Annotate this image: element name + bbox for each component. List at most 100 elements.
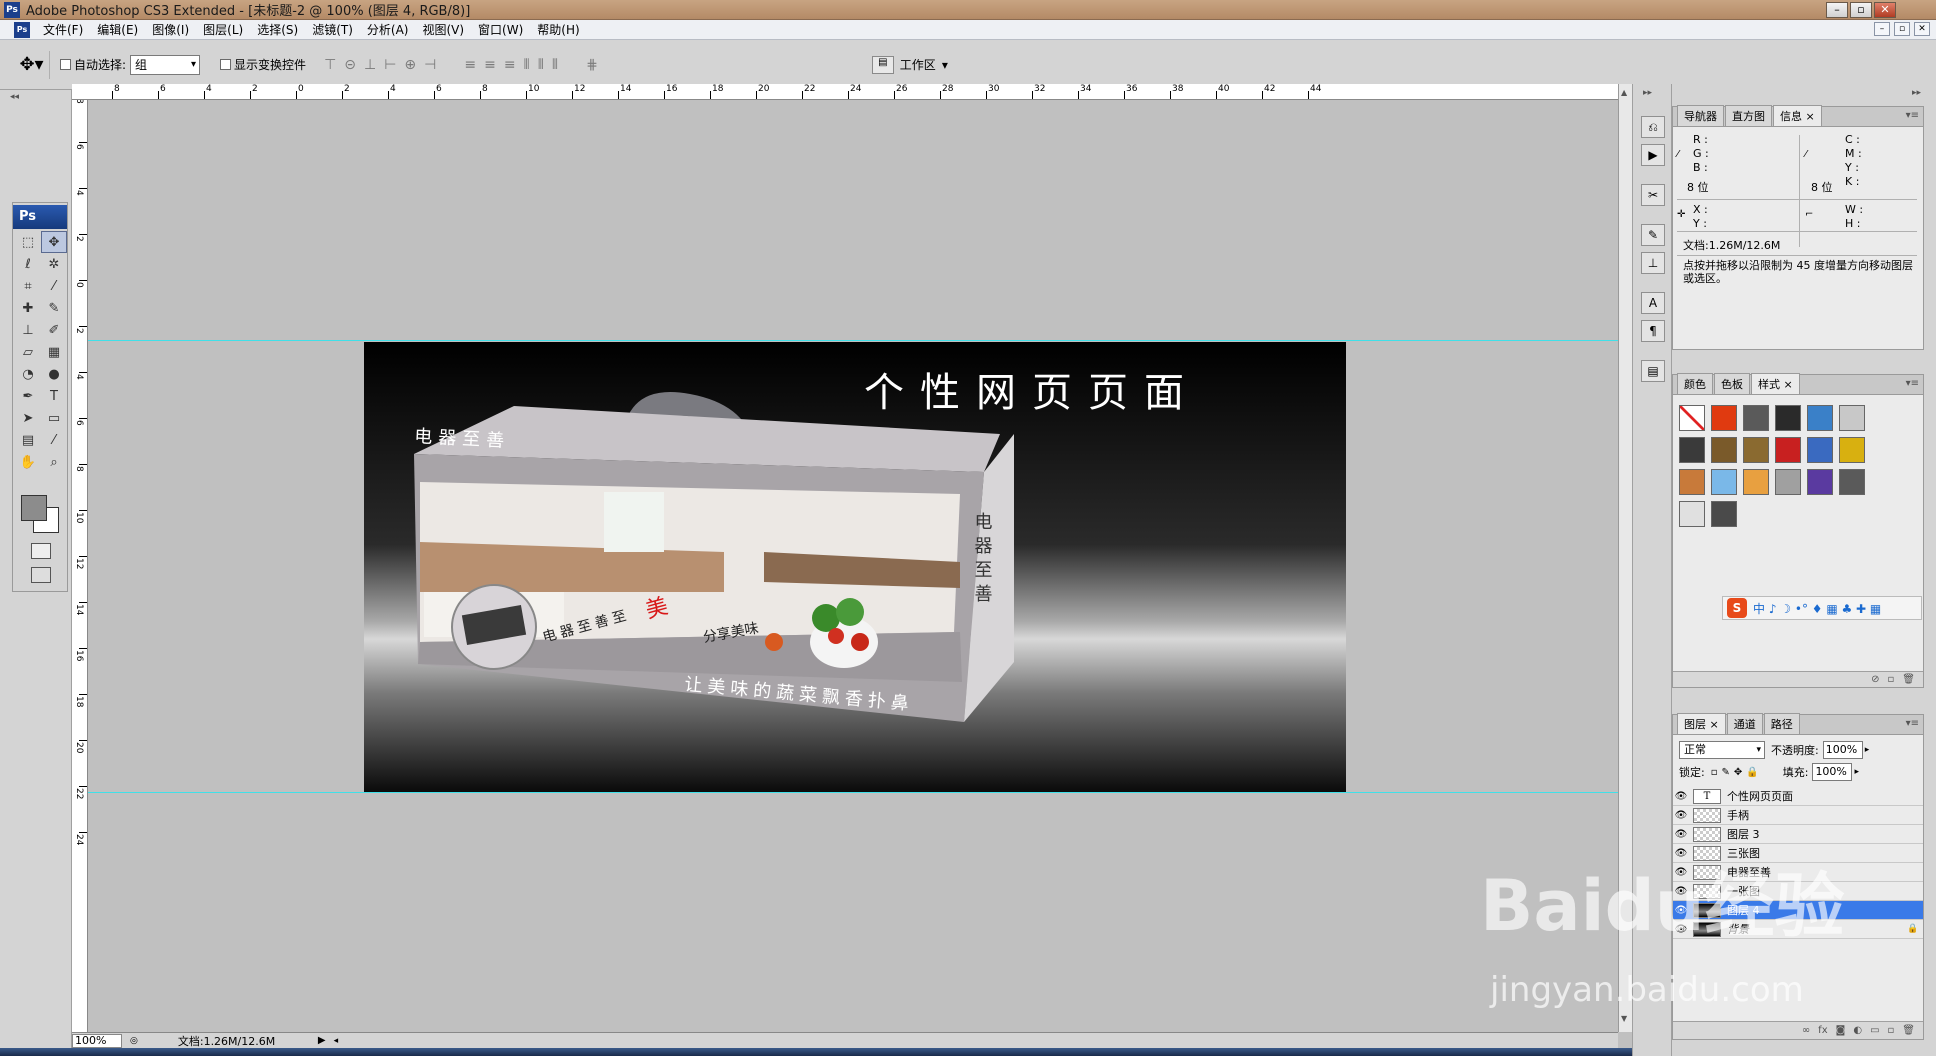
document-icon[interactable]: Ps bbox=[14, 21, 30, 38]
maximize-button[interactable]: ▫ bbox=[1850, 2, 1872, 18]
history-panel-icon[interactable]: ⎌ bbox=[1641, 116, 1665, 138]
auto-select-option[interactable]: 自动选择: bbox=[60, 56, 126, 73]
align-right-icon[interactable]: ⊣ bbox=[424, 57, 436, 73]
show-transform-option[interactable]: 显示变换控件 bbox=[220, 56, 306, 73]
layer-row[interactable]: 👁 手柄 bbox=[1673, 806, 1923, 825]
screen-mode-icon[interactable] bbox=[31, 567, 51, 583]
menu-item-3[interactable]: 图层(L) bbox=[196, 21, 250, 38]
scroll-up-icon[interactable]: ▲ bbox=[1621, 88, 1627, 97]
styles-tabs-tab-2[interactable]: 样式 × bbox=[1751, 373, 1800, 394]
layer-comps-icon[interactable]: ▤ bbox=[1641, 360, 1665, 382]
menu-item-5[interactable]: 滤镜(T) bbox=[305, 21, 360, 38]
opacity-arrow-icon[interactable]: ▸ bbox=[1865, 745, 1870, 755]
collapse-arrows-icon[interactable]: ◂◂ bbox=[10, 92, 19, 102]
pen-tool-icon[interactable]: ✒ bbox=[15, 385, 41, 407]
menu-item-4[interactable]: 选择(S) bbox=[250, 21, 305, 38]
ime-toolbar[interactable]: S 中 ♪ ☽ •° ♦ ▦ ♣ ✚ ▦ bbox=[1722, 596, 1922, 620]
visibility-eye-icon[interactable]: 👁 bbox=[1673, 829, 1689, 840]
panel-menu-icon[interactable]: ▾≡ bbox=[1906, 110, 1919, 121]
info-tabs-tab-2[interactable]: 信息 × bbox=[1773, 105, 1822, 126]
history-brush-tool-icon[interactable]: ✐ bbox=[41, 319, 67, 341]
distribute-left-icon[interactable]: ⦀ bbox=[524, 57, 530, 73]
close-button[interactable]: ✕ bbox=[1874, 2, 1896, 18]
zoom-tool-icon[interactable]: ⌕ bbox=[41, 451, 67, 473]
fill-field[interactable]: 100% bbox=[1812, 763, 1853, 781]
actions-panel-icon[interactable]: ▶ bbox=[1641, 144, 1665, 166]
info-tabs-tab-1[interactable]: 直方图 bbox=[1725, 105, 1772, 126]
layers-panel-menu-icon[interactable]: ▾≡ bbox=[1906, 718, 1919, 729]
paragraph-panel-icon[interactable]: ¶ bbox=[1641, 320, 1665, 342]
style-swatch[interactable] bbox=[1775, 405, 1801, 431]
style-swatch[interactable] bbox=[1775, 437, 1801, 463]
doc-restore-button[interactable]: ▫ bbox=[1894, 22, 1910, 36]
style-swatch[interactable] bbox=[1711, 501, 1737, 527]
style-swatch[interactable] bbox=[1679, 405, 1705, 431]
new-style-icon[interactable]: ▫ bbox=[1888, 674, 1895, 685]
crop-tool-icon[interactable]: ⌗ bbox=[15, 275, 41, 297]
style-swatch[interactable] bbox=[1679, 501, 1705, 527]
align-top-icon[interactable]: ⊤ bbox=[324, 57, 336, 73]
brush-tool-icon[interactable]: ✎ bbox=[41, 297, 67, 319]
type-tool-icon[interactable]: T bbox=[41, 385, 67, 407]
distribute-right-icon[interactable]: ⦀ bbox=[552, 57, 558, 73]
style-swatch[interactable] bbox=[1807, 469, 1833, 495]
info-tabs-tab-0[interactable]: 导航器 bbox=[1677, 105, 1724, 126]
menu-item-1[interactable]: 编辑(E) bbox=[90, 21, 145, 38]
layers-tabs-tab-2[interactable]: 路径 bbox=[1763, 713, 1800, 734]
workspace-icon[interactable]: ▤ bbox=[871, 55, 894, 74]
guide-line-bottom[interactable] bbox=[88, 792, 1618, 793]
align-bottom-icon[interactable]: ⊥ bbox=[364, 57, 376, 73]
opacity-field[interactable]: 100% bbox=[1822, 741, 1863, 759]
menu-item-9[interactable]: 帮助(H) bbox=[530, 21, 586, 38]
blend-mode-dropdown[interactable]: 正常 bbox=[1679, 741, 1765, 759]
layers-tabs-tab-0[interactable]: 图层 × bbox=[1677, 713, 1726, 734]
minimize-button[interactable]: – bbox=[1826, 2, 1848, 18]
style-swatch[interactable] bbox=[1679, 437, 1705, 463]
notes-tool-icon[interactable]: ▤ bbox=[15, 429, 41, 451]
eraser-tool-icon[interactable]: ▱ bbox=[15, 341, 41, 363]
style-swatch[interactable] bbox=[1775, 469, 1801, 495]
dodge-tool-icon[interactable]: ● bbox=[41, 363, 67, 385]
lock-options-icons[interactable]: ▫✎✥🔒 bbox=[1711, 767, 1763, 778]
align-hcenter-icon[interactable]: ⊕ bbox=[404, 57, 416, 73]
auto-align-icon[interactable]: ⋕ bbox=[586, 57, 598, 73]
style-swatch[interactable] bbox=[1839, 405, 1865, 431]
layers-tabs-tab-1[interactable]: 通道 bbox=[1726, 713, 1763, 734]
styles-tabs-tab-0[interactable]: 颜色 bbox=[1677, 373, 1713, 394]
auto-select-checkbox[interactable] bbox=[60, 59, 71, 70]
menu-item-6[interactable]: 分析(A) bbox=[360, 21, 416, 38]
align-vcenter-icon[interactable]: ⊝ bbox=[344, 57, 356, 73]
shape-tool-icon[interactable]: ▭ bbox=[41, 407, 67, 429]
styles-panel-menu-icon[interactable]: ▾≡ bbox=[1906, 378, 1919, 389]
distribute-top-icon[interactable]: ≡ bbox=[464, 57, 476, 73]
style-swatch[interactable] bbox=[1807, 405, 1833, 431]
foreground-color-swatch[interactable] bbox=[21, 495, 47, 521]
hand-tool-icon[interactable]: ✋ bbox=[15, 451, 41, 473]
canvas-area[interactable]: 个性网页页面 电器至善 电器至善 电器至善至 美 分享美味 让美味的蔬菜飘香扑鼻 bbox=[88, 100, 1618, 1032]
scroll-down-icon[interactable]: ▼ bbox=[1621, 1014, 1627, 1023]
style-swatch[interactable] bbox=[1711, 405, 1737, 431]
blur-tool-icon[interactable]: ◔ bbox=[15, 363, 41, 385]
delete-layer-icon[interactable]: 🗑 bbox=[1902, 1025, 1915, 1036]
style-swatch[interactable] bbox=[1711, 469, 1737, 495]
delete-style-icon[interactable]: 🗑 bbox=[1902, 674, 1915, 685]
adjustment-layer-icon[interactable]: ◐ bbox=[1853, 1025, 1862, 1036]
layer-style-icon[interactable]: fx bbox=[1818, 1025, 1827, 1036]
style-swatch[interactable] bbox=[1839, 437, 1865, 463]
workspace-menu[interactable]: ▤ 工作区 ▾ bbox=[871, 55, 948, 74]
status-menu-arrow-icon[interactable]: ▶ bbox=[318, 1035, 326, 1046]
new-layer-icon[interactable]: ▫ bbox=[1888, 1025, 1895, 1036]
doc-minimize-button[interactable]: – bbox=[1874, 22, 1890, 36]
layer-row[interactable]: 👁 图层 3 bbox=[1673, 825, 1923, 844]
doc-close-button[interactable]: ✕ bbox=[1914, 22, 1930, 36]
style-swatch[interactable] bbox=[1743, 405, 1769, 431]
style-swatch[interactable] bbox=[1679, 469, 1705, 495]
visibility-eye-icon[interactable]: 👁 bbox=[1673, 810, 1689, 821]
guide-line-top[interactable] bbox=[88, 340, 1618, 341]
style-swatch[interactable] bbox=[1839, 469, 1865, 495]
slice-tool-icon[interactable]: ⁄ bbox=[41, 275, 67, 297]
move-tool-preset-icon[interactable]: ✥▾ bbox=[14, 50, 50, 79]
zoom-level-field[interactable]: 100% bbox=[72, 1033, 122, 1048]
show-transform-checkbox[interactable] bbox=[220, 59, 232, 70]
style-swatch[interactable] bbox=[1743, 469, 1769, 495]
